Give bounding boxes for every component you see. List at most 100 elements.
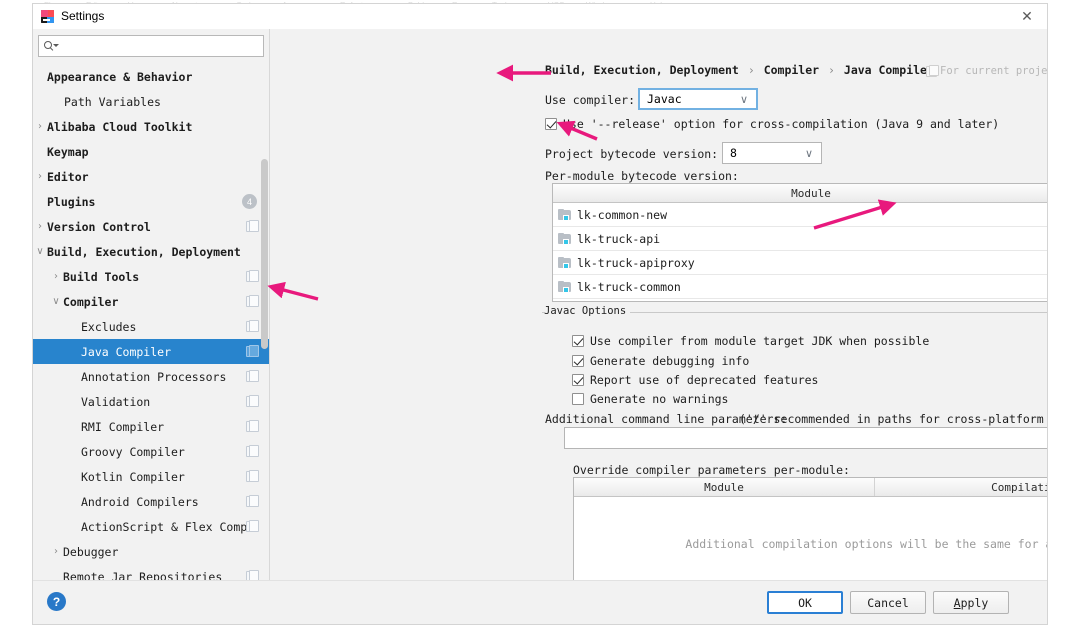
sidebar-item-appearance-behavior[interactable]: Appearance & Behavior — [33, 64, 269, 89]
column-header-compilation-options: Compilation options — [874, 478, 1047, 496]
project-scope-icon — [926, 64, 939, 77]
search-box[interactable] — [38, 35, 264, 57]
use-module-target-jdk-checkbox[interactable]: Use compiler from module target JDK when… — [572, 334, 929, 348]
sidebar-item-annotation-processors[interactable]: Annotation Processors — [33, 364, 269, 389]
breadcrumb-part-1: Build, Execution, Deployment — [545, 63, 739, 77]
sidebar-item-android-compilers[interactable]: Android Compilers — [33, 489, 269, 514]
sidebar-item-compiler[interactable]: ∨ Compiler — [33, 289, 269, 314]
table-body: Additional compilation options will be t… — [574, 497, 1047, 580]
settings-sidebar: Appearance & Behavior Path Variables › Alib… — [33, 29, 270, 580]
sidebar-item-debugger[interactable]: › Debugger — [33, 539, 269, 564]
report-deprecated-checkbox[interactable]: Report use of deprecated features — [572, 373, 818, 387]
sidebar-item-alibaba-cloud-toolkit[interactable]: › Alibaba Cloud Toolkit — [33, 114, 269, 139]
sidebar-item-rmi-compiler[interactable]: RMI Compiler — [33, 414, 269, 439]
sidebar-scrollbar[interactable] — [261, 159, 268, 349]
module-folder-icon — [558, 208, 572, 221]
report-deprecated-label: Report use of deprecated features — [590, 373, 819, 387]
sidebar-item-groovy-compiler[interactable]: Groovy Compiler — [33, 439, 269, 464]
settings-dialog: Settings ✕ Appearance & Behavior Path Var… — [32, 3, 1048, 625]
cancel-button[interactable]: Cancel — [850, 591, 926, 614]
sidebar-item-plugins[interactable]: Plugins 4 — [33, 189, 269, 214]
apply-mnemonic: A — [953, 595, 961, 610]
chevron-right-icon[interactable]: › — [34, 171, 46, 183]
table-row[interactable]: lk-truck-new1.8 — [553, 299, 1047, 301]
sidebar-item-label: Android Compilers — [81, 494, 199, 509]
sidebar-item-version-control[interactable]: › Version Control — [33, 214, 269, 239]
dialog-button-bar: ? OK Cancel Apply — [33, 580, 1047, 624]
generate-no-warnings-checkbox[interactable]: Generate no warnings — [572, 392, 728, 406]
table-row[interactable]: lk-truck-common1.8 — [553, 275, 1047, 299]
sidebar-item-actionscript-flex-compi[interactable]: ActionScript & Flex Compi — [33, 514, 269, 539]
breadcrumb-separator: › — [747, 63, 755, 77]
column-header-module: Module — [704, 480, 744, 494]
table-header: Module Target bytecode version — [553, 184, 1047, 203]
sidebar-item-label: Build, Execution, Deployment — [47, 244, 241, 259]
search-input[interactable] — [58, 39, 263, 53]
additional-params-hint: ('/' recommended in paths for cross-plat… — [739, 412, 1047, 426]
project-scope-icon — [246, 470, 259, 482]
ok-button[interactable]: OK — [767, 591, 843, 614]
sidebar-item-label: Version Control — [47, 219, 151, 234]
sidebar-item-label: Kotlin Compiler — [81, 469, 185, 484]
project-scope-icon — [246, 445, 259, 457]
chevron-right-icon[interactable]: › — [34, 121, 46, 133]
sidebar-item-label: Excludes — [81, 319, 137, 334]
sidebar-item-label: Alibaba Cloud Toolkit — [47, 119, 193, 134]
sidebar-item-label: ActionScript & Flex Compi — [81, 519, 255, 534]
sidebar-item-java-compiler[interactable]: Java Compiler — [33, 339, 269, 364]
module-cell: lk-truck-common — [553, 275, 1047, 298]
chevron-right-icon[interactable]: › — [50, 271, 62, 283]
use-release-option-checkbox[interactable]: Use '--release' option for cross-compila… — [545, 117, 999, 131]
chevron-right-icon[interactable]: › — [34, 221, 46, 233]
project-scope-icon — [246, 320, 259, 332]
chevron-down-icon[interactable]: ∨ — [50, 296, 62, 308]
project-scope-icon — [246, 495, 259, 507]
chevron-down-icon: ∨ — [804, 146, 814, 160]
use-module-target-jdk-label: Use compiler from module target JDK when… — [590, 334, 930, 348]
help-icon[interactable]: ? — [47, 592, 66, 611]
project-scope-icon — [246, 370, 259, 382]
module-cell: lk-common-new — [553, 203, 1047, 226]
project-bytecode-dropdown[interactable]: 8 ∨ — [722, 142, 822, 164]
sidebar-item-editor[interactable]: › Editor — [33, 164, 269, 189]
project-scope-icon — [246, 220, 259, 232]
table-row[interactable]: lk-common-new1.8 — [553, 203, 1047, 227]
table-row[interactable]: lk-truck-apiproxy1.8 — [553, 251, 1047, 275]
sidebar-item-path-variables[interactable]: Path Variables — [33, 89, 269, 114]
sidebar-item-label: Remote Jar Repositories — [63, 569, 223, 581]
sidebar-item-validation[interactable]: Validation — [33, 389, 269, 414]
override-compiler-params-table[interactable]: Module Compilation options Additional co… — [573, 477, 1047, 580]
project-scope-icon — [246, 295, 259, 307]
sidebar-item-build-execution-deployment[interactable]: ∨ Build, Execution, Deployment — [33, 239, 269, 264]
chevron-right-icon[interactable]: › — [50, 546, 62, 558]
sidebar-item-label: Appearance & Behavior — [47, 69, 193, 84]
search-icon — [44, 40, 59, 52]
apply-button[interactable]: Apply — [933, 591, 1009, 614]
per-module-bytecode-table[interactable]: Module Target bytecode version lk-common… — [552, 183, 1047, 302]
module-name: lk-truck-common — [577, 279, 681, 294]
chevron-down-icon: ∨ — [739, 92, 749, 106]
search-container — [33, 29, 269, 62]
sidebar-item-label: Plugins — [47, 194, 96, 209]
project-scope-icon — [246, 270, 259, 282]
settings-tree: Appearance & Behavior Path Variables › Alib… — [33, 62, 269, 580]
sidebar-item-remote-jar-repositories[interactable]: Remote Jar Repositories — [33, 564, 269, 580]
window-title: Settings — [61, 9, 105, 23]
chevron-down-icon[interactable]: ∨ — [34, 246, 46, 258]
sidebar-item-kotlin-compiler[interactable]: Kotlin Compiler — [33, 464, 269, 489]
sidebar-item-build-tools[interactable]: › Build Tools — [33, 264, 269, 289]
breadcrumb-part-3: Java Compiler — [843, 63, 934, 77]
additional-params-input[interactable]: ⤡ — [564, 427, 1047, 449]
close-icon[interactable]: ✕ — [1007, 4, 1047, 29]
jetbrains-logo-icon — [41, 9, 54, 23]
breadcrumb: Build, Execution, Deployment › Compiler … — [545, 63, 934, 77]
table-row[interactable]: lk-truck-api1.8 — [553, 227, 1047, 251]
generate-debugging-info-checkbox[interactable]: Generate debugging info — [572, 354, 749, 368]
module-cell: lk-truck-api — [553, 227, 1047, 250]
apply-rest: pply — [960, 595, 989, 610]
sidebar-item-excludes[interactable]: Excludes — [33, 314, 269, 339]
checkbox-indicator — [572, 374, 584, 386]
use-compiler-dropdown[interactable]: Javac ∨ — [638, 88, 758, 110]
project-scope-icon — [246, 420, 259, 432]
sidebar-item-keymap[interactable]: Keymap — [33, 139, 269, 164]
